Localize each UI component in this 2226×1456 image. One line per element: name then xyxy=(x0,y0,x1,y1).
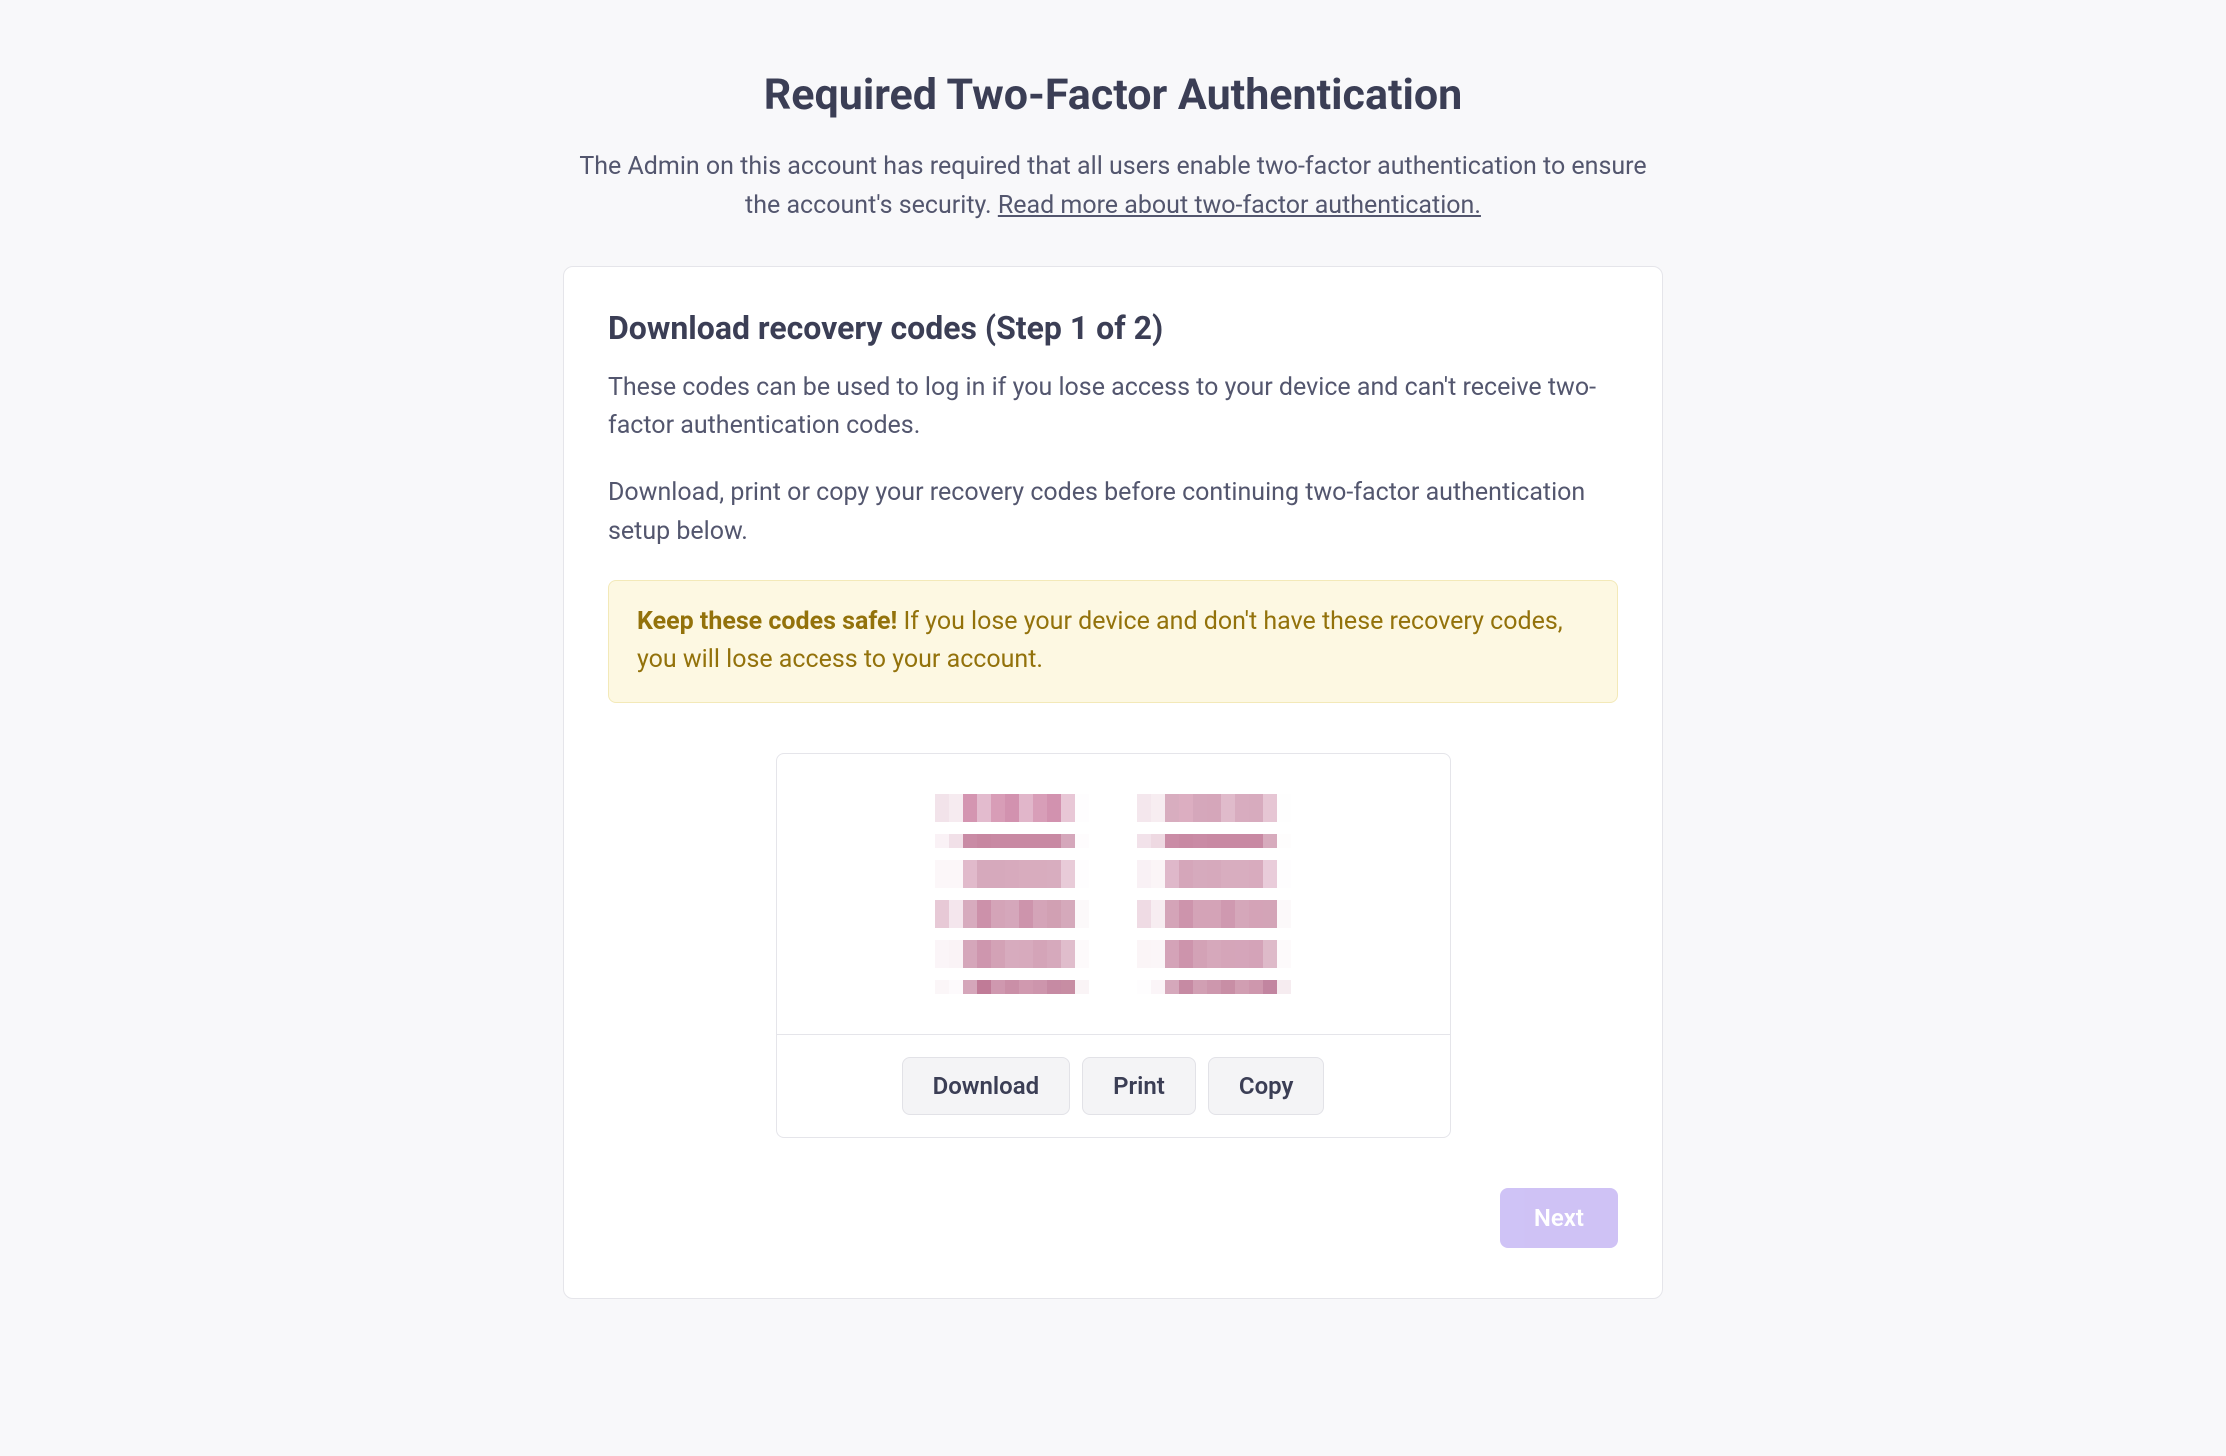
recovery-codes-actions: Download Print Copy xyxy=(777,1034,1450,1137)
page-title: Required Two-Factor Authentication xyxy=(563,70,1663,120)
warning-alert: Keep these codes safe! If you lose your … xyxy=(608,580,1618,704)
page-subtitle: The Admin on this account has required t… xyxy=(563,148,1663,226)
recovery-codes-column-2 xyxy=(1137,794,1291,994)
recovery-code-redacted xyxy=(935,794,1089,822)
recovery-code-redacted xyxy=(1137,860,1291,888)
recovery-code-redacted xyxy=(935,900,1089,928)
copy-button[interactable]: Copy xyxy=(1208,1057,1325,1115)
recovery-code-redacted xyxy=(935,940,1089,968)
recovery-code-redacted xyxy=(935,860,1089,888)
recovery-codes-card: Download recovery codes (Step 1 of 2) Th… xyxy=(563,266,1663,1300)
recovery-code-redacted xyxy=(1137,980,1291,994)
download-button[interactable]: Download xyxy=(902,1057,1071,1115)
print-button[interactable]: Print xyxy=(1082,1057,1196,1115)
next-button-area: Next xyxy=(608,1188,1618,1248)
recovery-code-redacted xyxy=(935,834,1089,848)
recovery-code-redacted xyxy=(1137,794,1291,822)
recovery-code-redacted xyxy=(1137,940,1291,968)
recovery-codes-panel: Download Print Copy xyxy=(776,753,1451,1138)
next-button[interactable]: Next xyxy=(1500,1188,1618,1248)
card-title: Download recovery codes (Step 1 of 2) xyxy=(608,309,1618,347)
recovery-code-redacted xyxy=(1137,834,1291,848)
recovery-code-redacted xyxy=(935,980,1089,994)
read-more-link[interactable]: Read more about two-factor authenticatio… xyxy=(998,191,1481,220)
card-paragraph-2: Download, print or copy your recovery co… xyxy=(608,474,1618,552)
recovery-code-redacted xyxy=(1137,900,1291,928)
alert-strong: Keep these codes safe! xyxy=(637,607,897,636)
recovery-codes-area xyxy=(777,754,1450,1034)
card-paragraph-1: These codes can be used to log in if you… xyxy=(608,369,1618,447)
recovery-codes-column-1 xyxy=(935,794,1089,994)
